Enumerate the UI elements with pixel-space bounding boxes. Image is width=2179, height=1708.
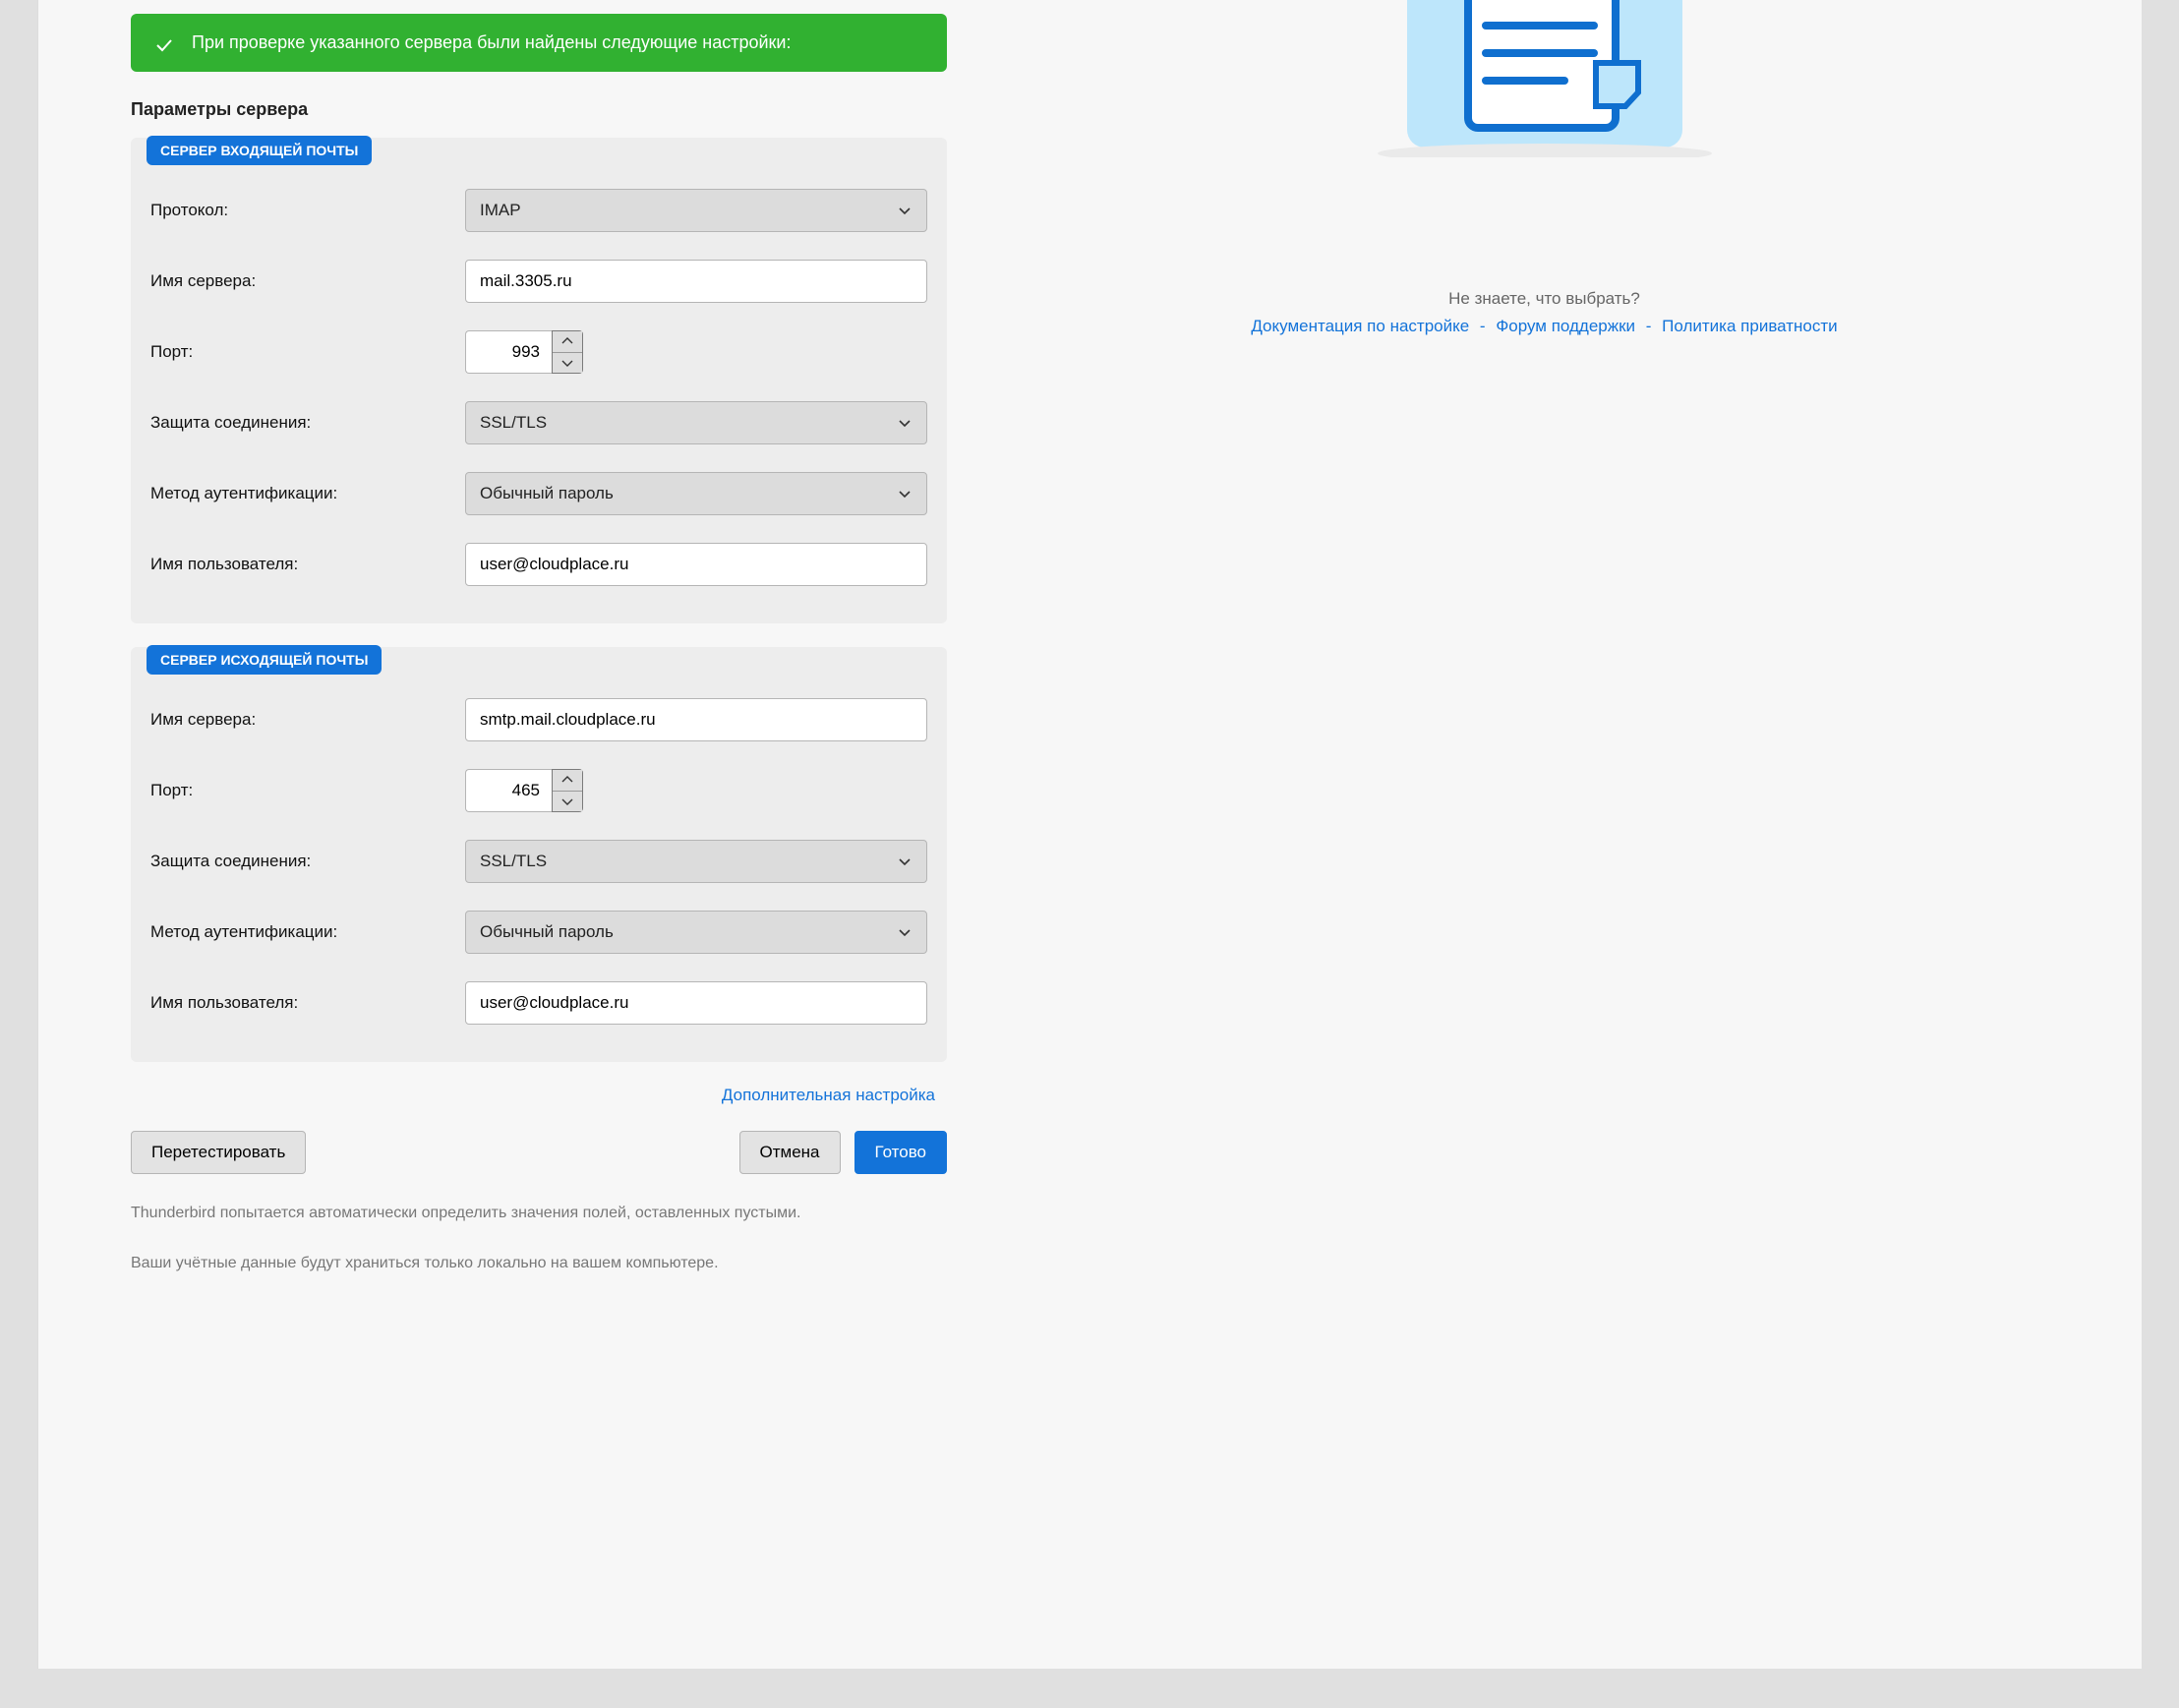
done-button[interactable]: Готово xyxy=(854,1131,948,1174)
note-local-storage: Ваши учётные данные будут храниться толь… xyxy=(131,1252,878,1276)
note-autodetect: Thunderbird попытается автоматически опр… xyxy=(131,1202,878,1226)
chevron-down-icon xyxy=(897,486,913,501)
label-username: Имя пользователя: xyxy=(150,993,445,1013)
chevron-up-icon xyxy=(561,776,573,784)
chevron-down-icon xyxy=(897,924,913,940)
outgoing-badge: СЕРВЕР ИСХОДЯЩЕЙ ПОЧТЫ xyxy=(147,645,382,675)
help-prompt: Не знаете, что выбрать? xyxy=(986,289,2102,309)
label-hostname: Имя сервера: xyxy=(150,710,445,730)
incoming-badge: СЕРВЕР ВХОДЯЩЕЙ ПОЧТЫ xyxy=(147,136,372,165)
outgoing-port-up[interactable] xyxy=(553,770,582,792)
chevron-down-icon xyxy=(897,203,913,218)
link-privacy-policy[interactable]: Политика приватности xyxy=(1662,317,1837,335)
label-port: Порт: xyxy=(150,781,445,800)
label-username: Имя пользователя: xyxy=(150,555,445,574)
incoming-server-block: СЕРВЕР ВХОДЯЩЕЙ ПОЧТЫ Протокол: IMAP Имя… xyxy=(131,138,947,623)
check-icon xyxy=(154,35,174,55)
incoming-protocol-select[interactable]: IMAP xyxy=(465,189,927,232)
label-auth: Метод аутентификации: xyxy=(150,484,445,503)
incoming-port-down[interactable] xyxy=(553,353,582,374)
label-protocol: Протокол: xyxy=(150,201,445,220)
illustration xyxy=(1348,0,1741,161)
chevron-up-icon xyxy=(561,337,573,345)
label-hostname: Имя сервера: xyxy=(150,271,445,291)
chevron-down-icon xyxy=(561,797,573,805)
chevron-down-icon xyxy=(561,359,573,367)
outgoing-server-block: СЕРВЕР ИСХОДЯЩЕЙ ПОЧТЫ Имя сервера: Порт… xyxy=(131,647,947,1062)
banner-text: При проверке указанного сервера были най… xyxy=(192,29,791,56)
incoming-username-input[interactable] xyxy=(465,543,927,586)
label-port: Порт: xyxy=(150,342,445,362)
incoming-port-input[interactable] xyxy=(465,330,552,374)
outgoing-hostname-input[interactable] xyxy=(465,698,927,741)
outgoing-security-select[interactable]: SSL/TLS xyxy=(465,840,927,883)
label-auth: Метод аутентификации: xyxy=(150,922,445,942)
link-support-forum[interactable]: Форум поддержки xyxy=(1496,317,1635,335)
link-setup-docs[interactable]: Документация по настройке xyxy=(1251,317,1469,335)
retest-button[interactable]: Перетестировать xyxy=(131,1131,306,1174)
label-security: Защита соединения: xyxy=(150,852,445,871)
outgoing-username-input[interactable] xyxy=(465,981,927,1025)
section-title: Параметры сервера xyxy=(131,99,947,120)
success-banner: При проверке указанного сервера были най… xyxy=(131,14,947,72)
outgoing-port-input[interactable] xyxy=(465,769,552,812)
cancel-button[interactable]: Отмена xyxy=(739,1131,841,1174)
chevron-down-icon xyxy=(897,854,913,869)
label-security: Защита соединения: xyxy=(150,413,445,433)
incoming-port-up[interactable] xyxy=(553,331,582,353)
chevron-down-icon xyxy=(897,415,913,431)
outgoing-auth-select[interactable]: Обычный пароль xyxy=(465,911,927,954)
incoming-hostname-input[interactable] xyxy=(465,260,927,303)
incoming-auth-select[interactable]: Обычный пароль xyxy=(465,472,927,515)
incoming-security-select[interactable]: SSL/TLS xyxy=(465,401,927,444)
outgoing-port-down[interactable] xyxy=(553,792,582,812)
advanced-config-link[interactable]: Дополнительная настройка xyxy=(131,1086,935,1105)
